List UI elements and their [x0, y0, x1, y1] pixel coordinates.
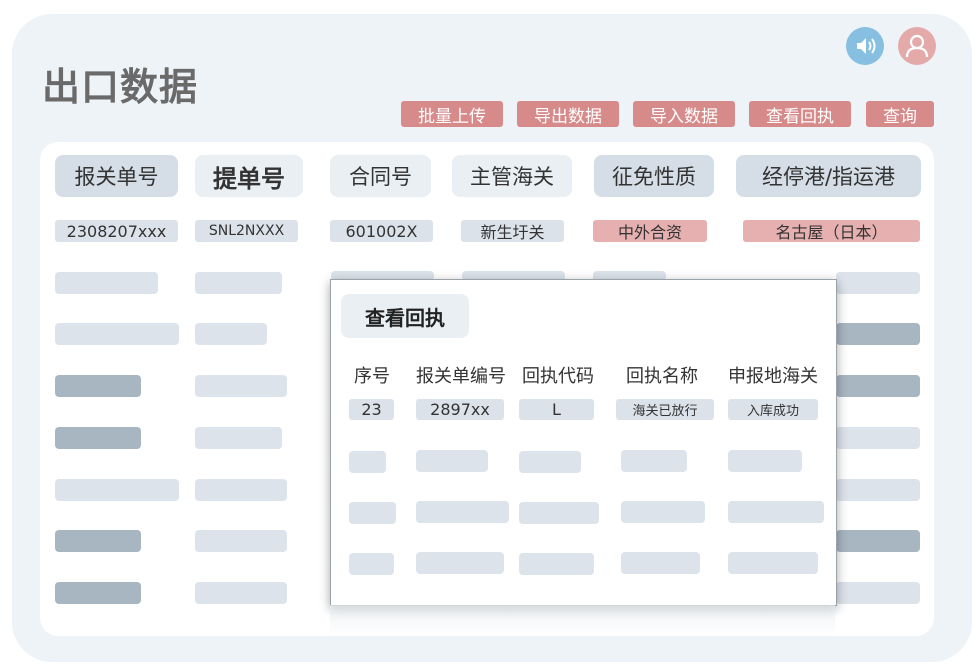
placeholder-cell	[195, 427, 282, 449]
placeholder-cell	[836, 530, 920, 552]
placeholder-cell	[836, 582, 920, 604]
view-receipt-button[interactable]: 查看回执	[749, 101, 851, 127]
placeholder-cell	[519, 502, 599, 524]
modal-column-header-declaration-no: 报关单编号	[416, 366, 506, 387]
modal-column-header-receipt-name: 回执名称	[626, 366, 698, 387]
placeholder-cell	[55, 582, 141, 604]
placeholder-cell	[55, 272, 158, 294]
placeholder-cell	[55, 479, 179, 501]
modal-cell-seq[interactable]: 23	[349, 399, 394, 420]
placeholder-cell	[195, 375, 287, 397]
placeholder-cell	[349, 502, 396, 524]
placeholder-cell	[416, 552, 504, 574]
modal-column-header-declare-customs: 申报地海关	[728, 366, 818, 387]
batch-upload-button[interactable]: 批量上传	[401, 101, 503, 127]
placeholder-cell	[836, 323, 920, 345]
import-data-button[interactable]: 导入数据	[633, 101, 735, 127]
receipt-modal: 查看回执 序号 报关单编号 回执代码 回执名称 申报地海关 23 2897xx …	[330, 279, 837, 606]
placeholder-cell	[519, 451, 581, 473]
modal-cell-declaration-no[interactable]: 2897xx	[416, 399, 504, 420]
placeholder-cell	[349, 451, 386, 473]
placeholder-cell	[55, 530, 141, 552]
modal-cell-declare-customs[interactable]: 入库成功	[728, 399, 818, 420]
user-icon[interactable]	[898, 27, 936, 65]
placeholder-cell	[836, 479, 920, 501]
cell-levy-nature[interactable]: 中外合资	[593, 220, 707, 242]
placeholder-cell	[55, 427, 141, 449]
export-data-button[interactable]: 导出数据	[517, 101, 619, 127]
placeholder-cell	[195, 479, 287, 501]
modal-column-header-receipt-code: 回执代码	[522, 366, 594, 387]
placeholder-cell	[416, 501, 509, 523]
cell-port[interactable]: 名古屋（日本）	[743, 220, 920, 242]
speaker-icon[interactable]	[846, 27, 884, 65]
placeholder-cell	[195, 582, 287, 604]
column-header-bill-no[interactable]: 提单号	[195, 155, 303, 197]
modal-cell-receipt-code[interactable]: L	[519, 399, 594, 420]
column-header-levy-nature[interactable]: 征免性质	[594, 155, 714, 197]
column-header-port[interactable]: 经停港/指运港	[736, 155, 921, 197]
placeholder-cell	[728, 552, 818, 574]
page-title: 出口数据	[42, 65, 199, 109]
placeholder-cell	[836, 272, 920, 294]
placeholder-cell	[416, 450, 488, 472]
modal-reflection	[330, 605, 835, 635]
cell-customs[interactable]: 新生圩关	[461, 220, 564, 242]
placeholder-cell	[621, 552, 700, 574]
placeholder-cell	[55, 323, 179, 345]
placeholder-cell	[519, 553, 594, 575]
modal-title: 查看回执	[341, 294, 469, 338]
cell-bill-no[interactable]: SNL2NXXX	[195, 220, 298, 242]
placeholder-cell	[728, 501, 824, 523]
modal-cell-receipt-name[interactable]: 海关已放行	[616, 399, 714, 420]
placeholder-cell	[836, 427, 920, 449]
placeholder-cell	[621, 501, 705, 523]
placeholder-cell	[728, 450, 802, 472]
placeholder-cell	[349, 553, 394, 575]
placeholder-cell	[621, 450, 687, 472]
placeholder-cell	[195, 530, 287, 552]
column-header-contract-no[interactable]: 合同号	[330, 155, 431, 197]
column-header-customs[interactable]: 主管海关	[452, 155, 572, 197]
placeholder-cell	[836, 375, 920, 397]
cell-contract-no[interactable]: 601002X	[330, 220, 433, 242]
query-button[interactable]: 查询	[866, 101, 934, 127]
placeholder-cell	[195, 272, 282, 294]
column-header-declaration-no[interactable]: 报关单号	[55, 155, 178, 197]
modal-column-header-seq: 序号	[354, 366, 390, 387]
cell-declaration-no[interactable]: 2308207xxx	[55, 220, 178, 242]
placeholder-cell	[55, 375, 141, 397]
placeholder-cell	[195, 323, 267, 345]
